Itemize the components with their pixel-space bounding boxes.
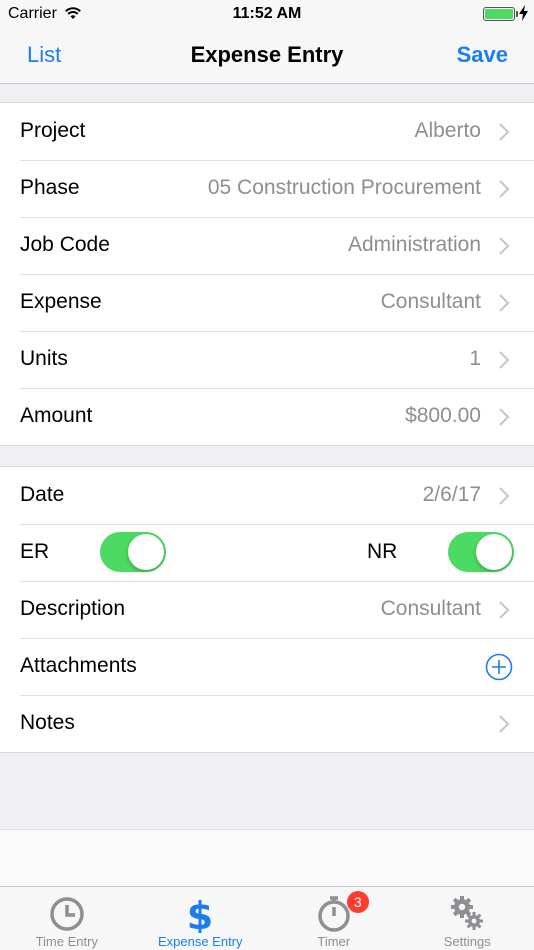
clock-time: 11:52 AM	[232, 5, 302, 22]
row-label: Job Code	[20, 233, 110, 256]
tab-time-entry[interactable]: Time Entry	[0, 887, 134, 950]
battery-icon	[483, 7, 515, 21]
clock-icon	[50, 897, 84, 931]
units-row[interactable]: Units 1	[0, 331, 534, 388]
row-value: $800.00	[405, 404, 481, 427]
navigation-bar: List Expense Entry Save	[0, 28, 534, 84]
save-button[interactable]: Save	[457, 42, 508, 68]
row-value: 2/6/17	[422, 483, 481, 506]
tab-expense-entry[interactable]: $ Expense Entry	[134, 887, 268, 950]
er-label: ER	[20, 540, 50, 563]
chevron-right-icon	[499, 408, 510, 426]
dollar-icon: $	[187, 894, 213, 933]
chevron-right-icon	[499, 237, 510, 255]
row-value: 05 Construction Procurement	[207, 176, 481, 199]
tab-bar: Time Entry $ Expense Entry 3 Timer Setti…	[0, 886, 534, 950]
expense-extra-section: Date 2/6/17 ER NR Description Consultant…	[0, 466, 534, 753]
tab-label: Expense Entry	[157, 934, 243, 949]
er-toggle[interactable]	[100, 532, 166, 572]
attachments-row: Attachments	[0, 638, 534, 695]
row-label: Date	[20, 483, 65, 506]
nr-label: NR	[367, 540, 398, 563]
tab-label: Settings	[443, 934, 491, 949]
tab-label: Timer	[317, 934, 351, 949]
row-label: Attachments	[20, 654, 137, 677]
chevron-right-icon	[499, 180, 510, 198]
tab-timer[interactable]: 3 Timer	[267, 887, 401, 950]
chevron-right-icon	[499, 294, 510, 312]
job-code-row[interactable]: Job Code Administration	[0, 217, 534, 274]
date-row[interactable]: Date 2/6/17	[0, 467, 534, 524]
row-value: Consultant	[380, 597, 481, 620]
toggles-row: ER NR	[0, 524, 534, 581]
description-row[interactable]: Description Consultant	[0, 581, 534, 638]
chevron-right-icon	[499, 601, 510, 619]
row-label: Project	[20, 119, 86, 142]
chevron-right-icon	[499, 123, 510, 141]
row-label: Notes	[20, 711, 75, 734]
charging-bolt-icon	[519, 5, 528, 21]
chevron-right-icon	[499, 715, 510, 733]
row-value: Administration	[347, 233, 481, 256]
row-label: Expense	[20, 290, 102, 313]
phase-row[interactable]: Phase 05 Construction Procurement	[0, 160, 534, 217]
tab-settings[interactable]: Settings	[401, 887, 534, 950]
amount-row[interactable]: Amount $800.00	[0, 388, 534, 445]
project-row[interactable]: Project Alberto	[0, 103, 534, 160]
notes-row[interactable]: Notes	[0, 695, 534, 752]
page-title: Expense Entry	[190, 42, 344, 67]
tab-label: Time Entry	[35, 934, 98, 949]
footer-area	[0, 829, 534, 887]
expense-row[interactable]: Expense Consultant	[0, 274, 534, 331]
chevron-right-icon	[499, 487, 510, 505]
row-label: Units	[20, 347, 68, 370]
gears-icon	[451, 896, 484, 930]
timer-badge: 3	[346, 891, 369, 913]
row-label: Amount	[20, 404, 93, 427]
nr-toggle[interactable]	[448, 532, 514, 572]
row-value: Consultant	[380, 290, 481, 313]
expense-details-section: Project Alberto Phase 05 Construction Pr…	[0, 102, 534, 446]
status-bar: Carrier 11:52 AM	[0, 0, 534, 28]
svg-text:$: $	[187, 894, 213, 933]
row-value: 1	[469, 347, 481, 370]
chevron-right-icon	[499, 351, 510, 369]
row-label: Description	[20, 597, 126, 620]
row-label: Phase	[20, 176, 80, 199]
add-attachment-icon[interactable]	[485, 653, 513, 681]
row-value: Alberto	[414, 119, 481, 142]
